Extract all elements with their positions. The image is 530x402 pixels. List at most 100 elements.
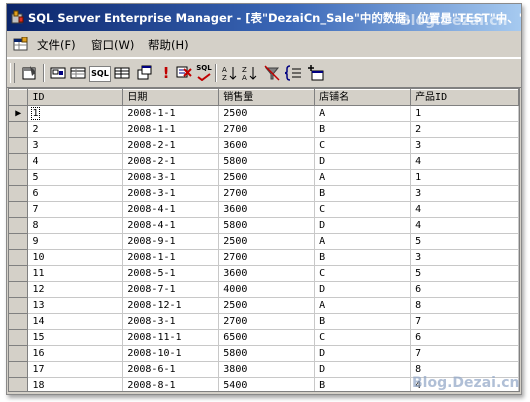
row-selector[interactable]	[9, 185, 29, 202]
cell-sales[interactable]: 5800	[218, 217, 316, 234]
cell-shop[interactable]: C	[314, 201, 412, 218]
cell-shop[interactable]: B	[314, 377, 412, 391]
cell-shop[interactable]: A	[314, 233, 412, 250]
table-row[interactable]: 10 2008-1-1 2700 B 3	[9, 249, 519, 266]
cell-id[interactable]: 11	[27, 265, 124, 282]
sort-ascending-icon[interactable]: A Z	[221, 64, 239, 82]
cell-sales[interactable]: 3600	[218, 201, 316, 218]
table-row[interactable]: 12 2008-7-1 4000 D 6	[9, 281, 519, 298]
show-diagram-pane-icon[interactable]	[49, 64, 67, 82]
cell-product-id[interactable]: 5	[410, 265, 519, 282]
show-grid-pane-icon[interactable]	[69, 64, 87, 82]
column-header-date[interactable]: 日期	[122, 89, 220, 106]
cell-date[interactable]: 2008-3-1	[122, 169, 220, 186]
row-selector[interactable]	[9, 377, 29, 391]
cell-product-id[interactable]: 8	[410, 297, 519, 314]
cell-product-id[interactable]: 4	[410, 153, 519, 170]
verify-sql-icon[interactable]	[175, 64, 193, 82]
cell-sales[interactable]: 2500	[218, 169, 316, 186]
sort-descending-icon[interactable]: Z A	[241, 64, 259, 82]
cell-shop[interactable]: C	[314, 137, 412, 154]
menu-file[interactable]: 文件(F)	[37, 37, 76, 53]
cell-product-id[interactable]: 7	[410, 313, 519, 330]
cell-product-id[interactable]: 6	[410, 329, 519, 346]
cell-id[interactable]: 4	[27, 153, 124, 170]
cell-shop[interactable]: B	[314, 185, 412, 202]
row-selector[interactable]: ▶	[9, 105, 29, 122]
cell-product-id[interactable]: 3	[410, 249, 519, 266]
cell-sales[interactable]: 2700	[218, 121, 316, 138]
cell-date[interactable]: 2008-1-1	[122, 249, 220, 266]
row-selector[interactable]	[9, 281, 29, 298]
cell-shop[interactable]: D	[314, 281, 412, 298]
cell-product-id[interactable]: 1	[410, 105, 519, 122]
run-icon[interactable]: !	[157, 64, 175, 82]
cell-date[interactable]: 2008-3-1	[122, 313, 220, 330]
cell-product-id[interactable]: 1	[410, 169, 519, 186]
cell-sales[interactable]: 5800	[218, 153, 316, 170]
cell-date[interactable]: 2008-4-1	[122, 201, 220, 218]
cell-shop[interactable]: C	[314, 265, 412, 282]
cell-product-id[interactable]: 7	[410, 345, 519, 362]
row-selector[interactable]	[9, 329, 29, 346]
cell-date[interactable]: 2008-9-1	[122, 233, 220, 250]
table-row[interactable]: 14 2008-3-1 2700 B 7	[9, 313, 519, 330]
cell-date[interactable]: 2008-8-1	[122, 377, 220, 391]
cell-product-id[interactable]: 3	[410, 137, 519, 154]
column-header-shop[interactable]: 店铺名	[314, 89, 412, 106]
row-selector[interactable]	[9, 217, 29, 234]
cell-sales[interactable]: 3600	[218, 137, 316, 154]
cell-product-id[interactable]: 4	[410, 217, 519, 234]
cell-sales[interactable]: 3600	[218, 265, 316, 282]
cell-date[interactable]: 2008-1-1	[122, 105, 220, 122]
table-row[interactable]: 2 2008-1-1 2700 B 2	[9, 121, 519, 138]
remove-filter-icon[interactable]	[263, 64, 281, 82]
cell-shop[interactable]: B	[314, 121, 412, 138]
row-selector[interactable]	[9, 233, 29, 250]
table-row[interactable]: 11 2008-5-1 3600 C 5	[9, 265, 519, 282]
results-grid[interactable]: ID 日期 销售量 店铺名 产品ID ▶ 1 2008-1-1 2500 A 1 2 2008…	[8, 88, 520, 392]
show-results-pane-icon[interactable]	[113, 64, 131, 82]
cell-sales[interactable]: 5400	[218, 377, 316, 391]
group-by-icon[interactable]	[285, 64, 303, 82]
column-header-sales[interactable]: 销售量	[218, 89, 316, 106]
cell-id[interactable]: 5	[27, 169, 124, 186]
cell-sales[interactable]: 2500	[218, 233, 316, 250]
row-selector[interactable]	[9, 313, 29, 330]
table-row[interactable]: 16 2008-10-1 5800 D 7	[9, 345, 519, 362]
cell-date[interactable]: 2008-3-1	[122, 185, 220, 202]
cell-date[interactable]: 2008-10-1	[122, 345, 220, 362]
cell-sales[interactable]: 2500	[218, 105, 316, 122]
toolbar-grip[interactable]	[10, 63, 15, 83]
table-row[interactable]: 7 2008-4-1 3600 C 4	[9, 201, 519, 218]
table-row[interactable]: 6 2008-3-1 2700 B 3	[9, 185, 519, 202]
row-selector[interactable]	[9, 345, 29, 362]
cell-date[interactable]: 2008-5-1	[122, 265, 220, 282]
cell-shop[interactable]: A	[314, 297, 412, 314]
menu-window[interactable]: 窗口(W)	[91, 37, 134, 53]
cell-id[interactable]: 9	[27, 233, 124, 250]
cell-product-id[interactable]: 4	[410, 201, 519, 218]
cell-sales[interactable]: 4000	[218, 281, 316, 298]
cell-date[interactable]: 2008-4-1	[122, 217, 220, 234]
cell-sales[interactable]: 2700	[218, 185, 316, 202]
cell-id[interactable]: 10	[27, 249, 124, 266]
cell-product-id[interactable]: 5	[410, 233, 519, 250]
table-row[interactable]: 13 2008-12-1 2500 A 8	[9, 297, 519, 314]
cell-date[interactable]: 2008-2-1	[122, 153, 220, 170]
cell-id[interactable]: 14	[27, 313, 124, 330]
cell-shop[interactable]: D	[314, 217, 412, 234]
corner-cell[interactable]	[9, 89, 29, 106]
cell-id[interactable]: 16	[27, 345, 124, 362]
cell-shop[interactable]: D	[314, 361, 412, 378]
cell-date[interactable]: 2008-1-1	[122, 121, 220, 138]
cell-shop[interactable]: A	[314, 169, 412, 186]
row-selector[interactable]	[9, 201, 29, 218]
cell-id[interactable]: 2	[27, 121, 124, 138]
row-selector[interactable]	[9, 361, 29, 378]
row-selector[interactable]	[9, 153, 29, 170]
cell-shop[interactable]: B	[314, 313, 412, 330]
cell-id[interactable]: 1	[27, 105, 124, 122]
cell-id[interactable]: 12	[27, 281, 124, 298]
table-row[interactable]: 8 2008-4-1 5800 D 4	[9, 217, 519, 234]
